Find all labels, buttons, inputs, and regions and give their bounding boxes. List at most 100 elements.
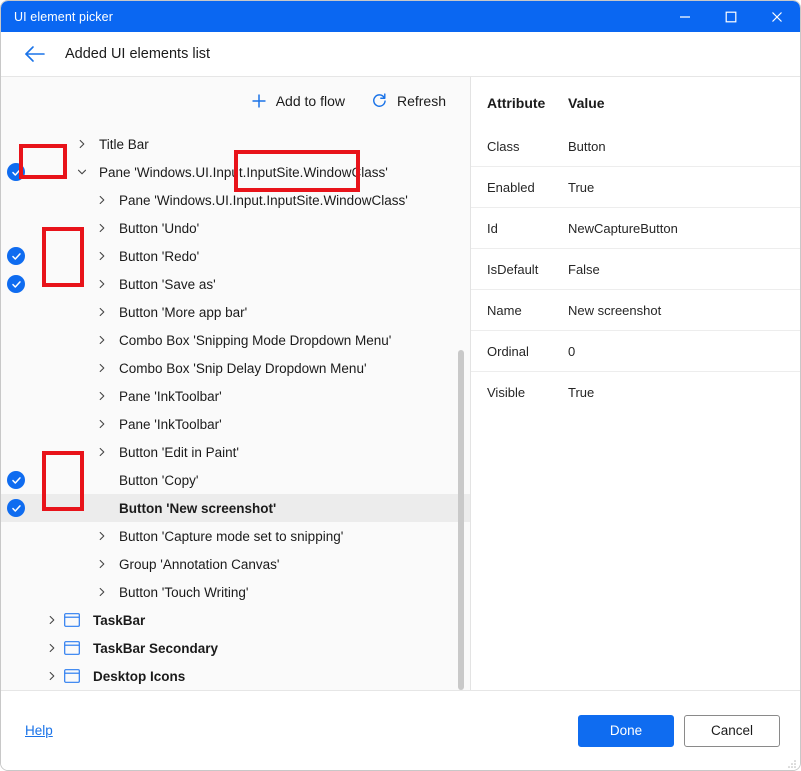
checked-icon	[7, 471, 25, 489]
add-to-flow-label: Add to flow	[275, 92, 345, 109]
attribute-row: IsDefault False	[471, 248, 800, 290]
attributes-pane: Attribute Value Class Button Enabled True Id…	[471, 77, 800, 690]
help-link[interactable]: Help	[25, 723, 53, 738]
tree-item-label: Button 'More app bar'	[119, 304, 248, 320]
tree-item-content: Combo Box 'Snipping Mode Dropdown Menu'	[31, 333, 391, 348]
tree-item-checkbox[interactable]	[1, 163, 31, 181]
tree-item-content: Button 'Undo'	[31, 221, 199, 236]
tree-item[interactable]: Button 'Touch Writing'	[1, 578, 470, 606]
attribute-row: Ordinal 0	[471, 330, 800, 372]
chevron-right-icon[interactable]	[93, 391, 111, 401]
tree-scrollbar-thumb[interactable]	[458, 350, 464, 690]
back-button[interactable]	[21, 40, 49, 68]
tree-item-label: Button 'Touch Writing'	[119, 584, 249, 600]
attribute-name: IsDefault	[471, 248, 568, 290]
attributes-table-body: Class Button Enabled True Id NewCaptureButton…	[471, 125, 800, 413]
close-button[interactable]	[754, 1, 800, 32]
chevron-right-icon[interactable]	[93, 195, 111, 205]
chevron-right-icon[interactable]	[93, 587, 111, 597]
tree-item[interactable]: Desktop Icons	[1, 662, 470, 690]
attributes-table: Attribute Value Class Button Enabled True Id…	[471, 77, 800, 413]
tree-item[interactable]: Group 'Annotation Canvas'	[1, 550, 470, 578]
tree-item[interactable]: Combo Box 'Snipping Mode Dropdown Menu'	[1, 326, 470, 354]
tree-item[interactable]: Button 'New screenshot'	[1, 494, 470, 522]
title-bar: UI element picker	[1, 1, 800, 32]
tree-item[interactable]: Button 'More app bar'	[1, 298, 470, 326]
tree-item[interactable]: Button 'Redo'	[1, 242, 470, 270]
tree-item[interactable]: Button 'Copy'	[1, 466, 470, 494]
tree-item[interactable]: Button 'Capture mode set to snipping'	[1, 522, 470, 550]
tree-item[interactable]: Title Bar	[1, 130, 470, 158]
attributes-table-head: Attribute Value	[471, 77, 800, 126]
tree-item-label: Button 'Copy'	[119, 472, 199, 488]
tree-item-checkbox[interactable]	[1, 247, 31, 265]
tree-item-content: Button 'Capture mode set to snipping'	[31, 529, 343, 544]
tree-item-content: Button 'Save as'	[31, 277, 216, 292]
chevron-right-icon[interactable]	[93, 307, 111, 317]
maximize-icon	[725, 11, 737, 22]
tree-item-label: Pane 'Windows.UI.Input.InputSite.WindowC…	[99, 164, 388, 180]
tree-item-checkbox[interactable]	[1, 275, 31, 293]
chevron-right-icon[interactable]	[73, 139, 91, 149]
tree-item[interactable]: Button 'Edit in Paint'	[1, 438, 470, 466]
chevron-right-icon[interactable]	[93, 419, 111, 429]
chevron-right-icon[interactable]	[93, 335, 111, 345]
attribute-value: True	[568, 166, 800, 208]
chevron-right-icon[interactable]	[93, 279, 111, 289]
chevron-right-icon[interactable]	[93, 531, 111, 541]
attribute-value: Button	[568, 125, 800, 167]
tree-item-label: Desktop Icons	[93, 668, 186, 684]
attributes-column-attribute: Attribute	[487, 95, 546, 111]
close-icon	[772, 11, 782, 22]
elements-tree: Title Bar Pane 'Windows.UI.Input.InputSit…	[1, 124, 470, 690]
tree-item-label: Combo Box 'Snipping Mode Dropdown Menu'	[119, 332, 392, 348]
maximize-button[interactable]	[708, 1, 754, 32]
attribute-name: Id	[471, 207, 568, 249]
tree-item-content: Combo Box 'Snip Delay Dropdown Menu'	[31, 361, 367, 376]
chevron-down-icon[interactable]	[73, 167, 91, 177]
page-header: Added UI elements list	[1, 32, 800, 76]
tree-item-checkbox[interactable]	[1, 471, 31, 489]
cancel-button[interactable]: Cancel	[684, 714, 780, 747]
tree-item[interactable]: TaskBar Secondary	[1, 634, 470, 662]
refresh-button[interactable]: Refresh	[361, 86, 456, 115]
chevron-right-icon[interactable]	[43, 615, 61, 625]
attribute-row: Visible True	[471, 371, 800, 413]
tree-item-content: Pane 'Windows.UI.Input.InputSite.WindowC…	[31, 193, 408, 208]
attribute-name: Ordinal	[471, 330, 568, 372]
attribute-value: 0	[568, 330, 800, 372]
content-body: Add to flow Refresh Title Bar Pane 'Windo…	[1, 76, 800, 690]
attribute-value: NewCaptureButton	[568, 207, 800, 249]
minimize-button[interactable]	[662, 1, 708, 32]
tree-item[interactable]: Pane 'Windows.UI.Input.InputSite.WindowC…	[1, 186, 470, 214]
minimize-icon	[680, 15, 690, 18]
chevron-right-icon[interactable]	[93, 447, 111, 457]
resize-grip[interactable]	[785, 756, 797, 768]
tree-item[interactable]: Pane 'Windows.UI.Input.InputSite.WindowC…	[1, 158, 470, 186]
window-icon	[61, 613, 83, 627]
tree-item-label: Combo Box 'Snip Delay Dropdown Menu'	[119, 360, 367, 376]
ui-element-picker-window: UI element picker Added UI elements list…	[0, 0, 801, 771]
chevron-right-icon[interactable]	[93, 559, 111, 569]
tree-item[interactable]: Combo Box 'Snip Delay Dropdown Menu'	[1, 354, 470, 382]
tree-item[interactable]: Pane 'InkToolbar'	[1, 410, 470, 438]
tree-item[interactable]: TaskBar	[1, 606, 470, 634]
done-button[interactable]: Done	[578, 714, 674, 747]
tree-item[interactable]: Button 'Save as'	[1, 270, 470, 298]
tree-item[interactable]: Pane 'InkToolbar'	[1, 382, 470, 410]
attribute-value: False	[568, 248, 800, 290]
chevron-right-icon[interactable]	[43, 643, 61, 653]
attribute-value: New screenshot	[568, 289, 800, 331]
add-to-flow-button[interactable]: Add to flow	[241, 87, 355, 115]
tree-scroll-container[interactable]: Title Bar Pane 'Windows.UI.Input.InputSit…	[1, 124, 470, 690]
tree-item-content: Pane 'Windows.UI.Input.InputSite.WindowC…	[31, 165, 388, 180]
chevron-right-icon[interactable]	[93, 223, 111, 233]
checked-icon	[7, 499, 25, 517]
tree-item-label: TaskBar Secondary	[93, 640, 219, 656]
chevron-right-icon[interactable]	[93, 251, 111, 261]
chevron-right-icon[interactable]	[43, 671, 61, 681]
chevron-right-icon[interactable]	[93, 363, 111, 373]
tree-item-content: TaskBar	[31, 613, 145, 628]
tree-item-checkbox[interactable]	[1, 499, 31, 517]
tree-item[interactable]: Button 'Undo'	[1, 214, 470, 242]
